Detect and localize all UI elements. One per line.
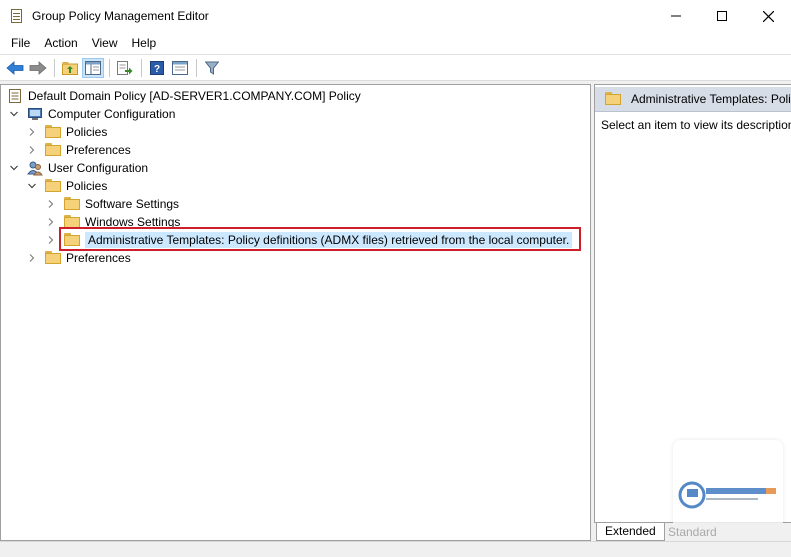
svg-text:?: ? [154, 64, 160, 75]
folder-icon [64, 197, 80, 211]
window-title: Group Policy Management Editor [32, 9, 209, 23]
folder-icon [45, 125, 61, 139]
tree-item-uc-preferences[interactable]: Preferences [27, 249, 131, 267]
back-arrow-icon [6, 60, 24, 75]
menu-action[interactable]: Action [37, 36, 84, 50]
minimize-button[interactable] [653, 0, 699, 32]
folder-icon [45, 143, 61, 157]
chevron-right-icon[interactable] [46, 199, 56, 209]
view-tabs: Extended Standard [594, 523, 791, 541]
chevron-right-icon[interactable] [46, 235, 56, 245]
folder-icon [45, 251, 61, 265]
properties-icon [172, 60, 188, 75]
maximize-icon [717, 11, 727, 21]
title-bar: Group Policy Management Editor [0, 0, 791, 32]
up-folder-icon [62, 61, 78, 75]
menu-help[interactable]: Help [125, 36, 164, 50]
tree-root-item[interactable]: Default Domain Policy [AD-SERVER1.COMPAN… [7, 87, 361, 105]
properties-button[interactable] [169, 58, 191, 78]
menu-view[interactable]: View [85, 36, 125, 50]
export-list-button[interactable] [114, 58, 136, 78]
menu-bar: File Action View Help [0, 32, 791, 54]
toolbar: ? [0, 54, 791, 81]
tree-item-cc-policies[interactable]: Policies [27, 123, 107, 141]
details-description: Select an item to view its description [601, 118, 791, 132]
details-header-title: Administrative Templates: Poli [631, 92, 791, 106]
close-icon [762, 10, 774, 22]
help-button[interactable]: ? [146, 58, 168, 78]
tree-root-label: Default Domain Policy [AD-SERVER1.COMPAN… [28, 89, 361, 103]
gpo-editor-app-icon [9, 8, 25, 24]
status-bar [0, 541, 791, 557]
tree-label-cc-preferences: Preferences [66, 143, 131, 157]
tree-label-uc-policies: Policies [66, 179, 108, 193]
chevron-right-icon[interactable] [27, 253, 37, 263]
export-list-icon [117, 60, 133, 75]
toolbar-separator [109, 58, 110, 77]
tree-item-user-configuration[interactable]: User Configuration [9, 159, 148, 177]
back-button[interactable] [4, 58, 26, 78]
tree-label-user-configuration: User Configuration [48, 161, 149, 175]
filter-icon [205, 61, 219, 75]
console-tree-pane[interactable]: Default Domain Policy [AD-SERVER1.COMPAN… [0, 84, 591, 541]
tree-label-computer-configuration: Computer Configuration [48, 107, 176, 121]
tree-label-software-settings: Software Settings [85, 197, 180, 211]
tree-label-cc-policies: Policies [66, 125, 108, 139]
tab-standard[interactable]: Standard [664, 524, 721, 541]
chevron-down-icon[interactable] [9, 163, 19, 173]
chevron-down-icon[interactable] [9, 109, 19, 119]
chevron-right-icon[interactable] [46, 217, 56, 227]
maximize-button[interactable] [699, 0, 745, 32]
folder-icon [605, 92, 621, 106]
menu-file[interactable]: File [4, 36, 37, 50]
tree-item-uc-policies[interactable]: Policies [27, 177, 107, 195]
details-header: Administrative Templates: Poli [595, 87, 791, 112]
forward-button[interactable] [27, 58, 49, 78]
show-hide-console-tree-button[interactable] [82, 57, 104, 78]
filter-button[interactable] [201, 58, 223, 78]
users-icon [27, 161, 43, 176]
help-icon: ? [150, 60, 164, 75]
toolbar-separator [141, 58, 142, 77]
red-highlight-annotation [59, 227, 581, 251]
close-button[interactable] [745, 0, 791, 32]
toolbar-separator [54, 58, 55, 77]
minimize-icon [671, 15, 681, 17]
tree-item-software-settings[interactable]: Software Settings [46, 195, 179, 213]
chevron-down-icon[interactable] [27, 181, 37, 191]
policy-scroll-icon [9, 89, 21, 103]
computer-icon [28, 108, 42, 120]
up-one-level-button[interactable] [59, 58, 81, 78]
forward-arrow-icon [29, 60, 47, 75]
maytinh365-logo [678, 481, 776, 509]
tree-label-uc-preferences: Preferences [66, 251, 131, 265]
folder-icon [45, 179, 61, 193]
tree-item-cc-preferences[interactable]: Preferences [27, 141, 131, 159]
chevron-right-icon[interactable] [27, 145, 37, 155]
show-hide-tree-icon [85, 60, 101, 75]
chevron-right-icon[interactable] [27, 127, 37, 137]
tab-extended[interactable]: Extended [596, 523, 665, 541]
toolbar-separator [196, 58, 197, 77]
tree-item-computer-configuration[interactable]: Computer Configuration [9, 105, 175, 123]
